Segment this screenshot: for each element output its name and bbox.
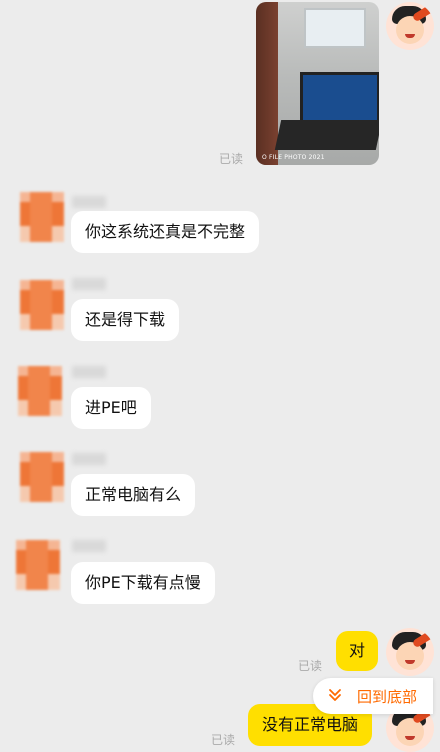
read-status: 已读 (211, 733, 236, 747)
sender-avatar-blurred[interactable] (16, 540, 60, 590)
sender-avatar-blurred[interactable] (18, 366, 62, 416)
sender-avatar-blurred[interactable] (20, 192, 64, 242)
photo-window (304, 8, 366, 48)
sender-avatar-blurred[interactable] (20, 280, 64, 330)
read-status: 已读 (219, 152, 244, 166)
photo-laptop-base (274, 120, 379, 150)
jump-to-bottom-button[interactable]: 回到底部 (313, 678, 433, 714)
incoming-message[interactable]: 进PE吧 (71, 387, 151, 429)
sender-name-blurred (72, 453, 106, 465)
sender-name-blurred (72, 278, 106, 290)
jump-to-bottom-label: 回到底部 (357, 687, 418, 706)
sender-name-blurred (72, 540, 106, 552)
incoming-message[interactable]: 还是得下载 (71, 299, 180, 341)
incoming-message[interactable]: 你这系统还真是不完整 (71, 211, 260, 253)
my-avatar[interactable] (386, 2, 434, 50)
photo-door (256, 2, 278, 165)
photo-message[interactable]: O FILE PHOTO 2021 (256, 2, 379, 165)
incoming-message[interactable]: 你PE下载有点慢 (71, 562, 215, 604)
read-status: 已读 (298, 659, 323, 673)
sender-name-blurred (72, 366, 106, 378)
photo-caption: O FILE PHOTO 2021 (262, 154, 325, 161)
double-chevron-down-icon (323, 687, 347, 706)
sender-avatar-blurred[interactable] (20, 452, 64, 502)
outgoing-message[interactable]: 对 (336, 631, 379, 671)
incoming-message[interactable]: 正常电脑有么 (71, 474, 196, 516)
sender-name-blurred (72, 196, 106, 208)
my-avatar[interactable] (386, 628, 434, 676)
